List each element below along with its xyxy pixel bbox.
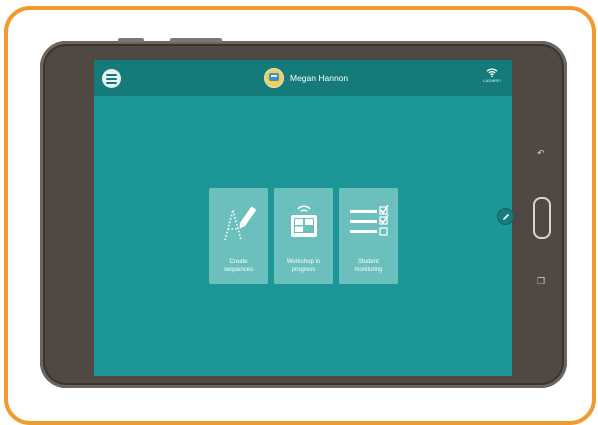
wifi-icon (486, 68, 498, 77)
menu-icon-line (106, 81, 117, 84)
tile-create-sequences[interactable]: Create sequences (209, 188, 268, 284)
user-info[interactable]: Megan Hannon (264, 67, 348, 89)
top-bar: Megan Hannon LADWIFI (94, 60, 512, 96)
pencil-letter-icon (223, 206, 256, 241)
menu-icon-line (106, 73, 117, 76)
tile-workshop-in-progress[interactable]: Workshop in progress (274, 188, 333, 284)
tile-label: Student monitoring (354, 259, 383, 273)
network-label: LADWIFI (483, 78, 501, 83)
app-screen: Megan Hannon LADWIFI Create sequences Wo… (94, 60, 512, 376)
edit-button[interactable] (497, 208, 514, 225)
tile-label: Create sequences (223, 259, 254, 273)
avatar (264, 68, 284, 88)
wifi-status: LADWIFI (480, 68, 504, 83)
home-button[interactable] (533, 197, 551, 239)
tiles-row: Create sequences Workshop in progress St… (209, 188, 399, 284)
power-button (170, 38, 222, 42)
recent-apps-icon[interactable]: ❐ (537, 276, 545, 287)
back-icon[interactable]: ↶ (537, 148, 545, 159)
user-name: Megan Hannon (290, 73, 349, 83)
tile-label: Workshop in progress (286, 259, 321, 273)
volume-button (118, 38, 144, 42)
checklist-icon (349, 204, 389, 236)
menu-icon-line (106, 77, 117, 80)
tile-student-monitoring[interactable]: Student monitoring (339, 188, 398, 284)
menu-button[interactable] (102, 69, 121, 88)
tablet-wifi-icon (290, 205, 317, 237)
pencil-icon (502, 213, 509, 220)
